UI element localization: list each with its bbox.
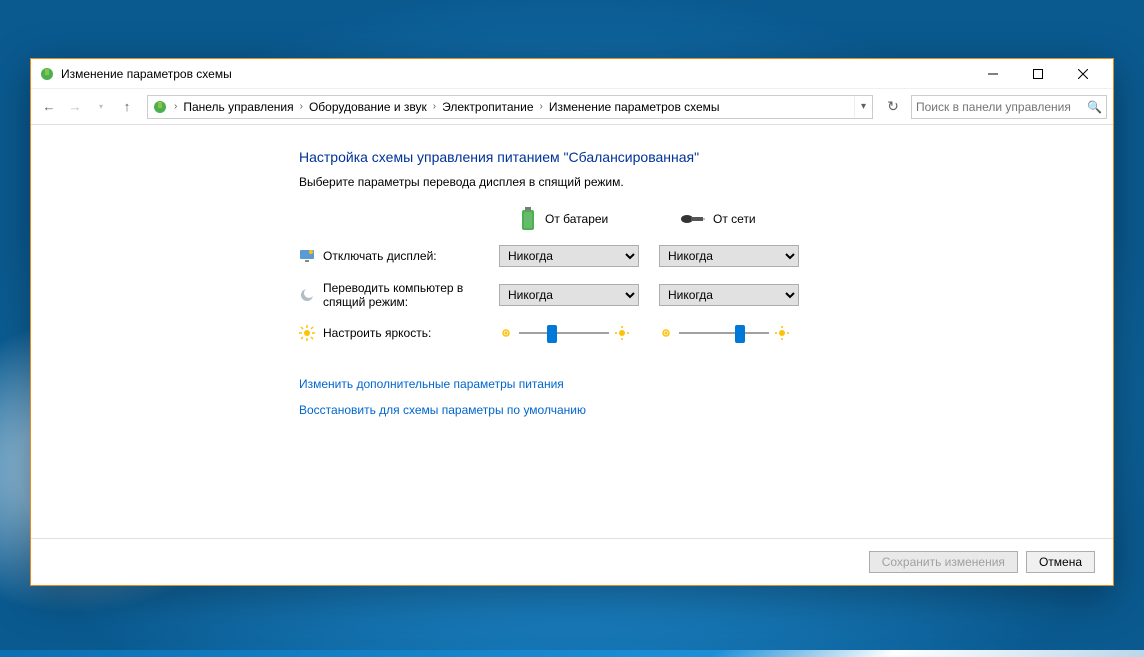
row-label-brightness: Настроить яркость: (323, 326, 431, 340)
power-options-icon (152, 99, 168, 115)
breadcrumb-item[interactable]: Оборудование и звук (305, 100, 431, 114)
sun-bright-icon (615, 326, 629, 340)
search-icon: 🔍 (1087, 100, 1102, 114)
refresh-button[interactable]: ↻ (881, 95, 905, 119)
brightness-plugged-slider[interactable] (679, 323, 769, 343)
back-button[interactable]: ← (37, 95, 61, 119)
sleep-plugged-select[interactable]: Никогда (659, 284, 799, 306)
plug-icon (679, 212, 705, 226)
sun-icon (299, 325, 315, 341)
close-button[interactable] (1060, 59, 1105, 88)
row-sleep: Переводить компьютер в спящий режим: Ник… (299, 281, 859, 309)
breadcrumb-item[interactable]: Электропитание (438, 100, 537, 114)
search-box[interactable]: 🔍 (911, 95, 1107, 119)
breadcrumb-item[interactable]: Панель управления (179, 100, 297, 114)
toolbar: ← → ▾ ↑ › Панель управления › Оборудован… (31, 89, 1113, 125)
save-button[interactable]: Сохранить изменения (869, 551, 1018, 573)
maximize-button[interactable] (1015, 59, 1060, 88)
window-title: Изменение параметров схемы (61, 67, 970, 81)
sleep-battery-select[interactable]: Никогда (499, 284, 639, 306)
column-header-battery: От батареи (499, 207, 659, 231)
sun-dim-icon (499, 326, 513, 340)
power-options-icon (39, 66, 55, 82)
row-display-off: Отключать дисплей: Никогда Никогда (299, 245, 859, 267)
display-off-battery-select[interactable]: Никогда (499, 245, 639, 267)
breadcrumb[interactable]: › Панель управления › Оборудование и зву… (147, 95, 873, 119)
restore-defaults-link[interactable]: Восстановить для схемы параметры по умол… (299, 403, 859, 417)
row-brightness: Настроить яркость: (299, 323, 859, 343)
forward-button[interactable]: → (63, 95, 87, 119)
control-panel-window: Изменение параметров схемы ← → ▾ ↑ › Пан… (30, 58, 1114, 586)
chevron-right-icon[interactable]: › (431, 101, 438, 112)
chevron-right-icon[interactable]: › (172, 101, 179, 112)
minimize-button[interactable] (970, 59, 1015, 88)
titlebar: Изменение параметров схемы (31, 59, 1113, 89)
cancel-button[interactable]: Отмена (1026, 551, 1095, 573)
up-button[interactable]: ↑ (115, 95, 139, 119)
column-header-plugged: От сети (659, 212, 819, 226)
brightness-battery-slider[interactable] (519, 323, 609, 343)
content-area: Настройка схемы управления питанием "Сба… (31, 125, 1113, 585)
advanced-settings-link[interactable]: Изменить дополнительные параметры питани… (299, 377, 859, 391)
battery-icon (519, 207, 537, 231)
breadcrumb-history-dropdown[interactable]: ▾ (854, 96, 872, 118)
row-label-display-off: Отключать дисплей: (323, 249, 437, 263)
page-title: Настройка схемы управления питанием "Сба… (299, 149, 859, 165)
chevron-right-icon[interactable]: › (298, 101, 305, 112)
sun-dim-icon (659, 326, 673, 340)
window-controls (970, 59, 1105, 88)
breadcrumb-item[interactable]: Изменение параметров схемы (545, 100, 724, 114)
page-subtitle: Выберите параметры перевода дисплея в сп… (299, 175, 859, 189)
sun-bright-icon (775, 326, 789, 340)
recent-button[interactable]: ▾ (89, 95, 113, 119)
chevron-right-icon[interactable]: › (538, 101, 545, 112)
row-label-sleep: Переводить компьютер в спящий режим: (323, 281, 499, 309)
search-input[interactable] (916, 100, 1087, 114)
monitor-icon (299, 248, 315, 264)
footer: Сохранить изменения Отмена (31, 538, 1113, 585)
display-off-plugged-select[interactable]: Никогда (659, 245, 799, 267)
moon-icon (299, 287, 315, 303)
